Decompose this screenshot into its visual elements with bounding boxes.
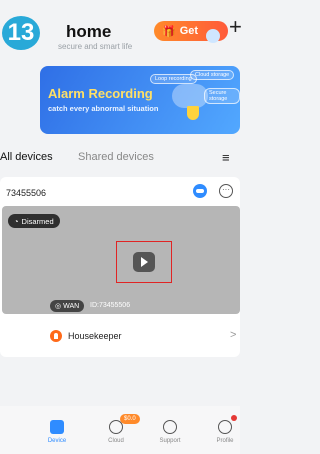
disarmed-label: Disarmed — [21, 216, 54, 226]
disarmed-status-badge: ◔ Disarmed — [8, 214, 60, 228]
menu-icon[interactable]: ≡ — [222, 150, 230, 165]
device-id-overlay: ID:73455506 — [90, 302, 131, 309]
tab-all-devices[interactable]: All devices — [0, 151, 53, 163]
get-button-label: Get — [179, 25, 199, 37]
shield-small-icon: ◔ — [14, 216, 19, 226]
support-icon[interactable] — [163, 420, 177, 434]
network-label: WAN — [63, 302, 80, 310]
hand-icon — [206, 29, 220, 43]
notification-dot — [231, 415, 237, 421]
nav-cloud-label[interactable]: Cloud — [96, 438, 136, 444]
shield-icon — [187, 106, 199, 120]
banner-pill-cloud: Cloud storage — [190, 70, 235, 80]
tab-shared-devices[interactable]: Shared devices — [78, 151, 154, 163]
home-subtitle: secure and smart life — [58, 42, 133, 51]
banner-title: Alarm Recording — [48, 86, 153, 101]
nav-profile-label[interactable]: Profile — [205, 438, 245, 444]
get-button[interactable]: 🎁 Get — [154, 21, 228, 43]
network-badge: ◎ WAN — [50, 300, 85, 312]
nav-support-label[interactable]: Support — [150, 438, 190, 444]
device-icon[interactable] — [50, 420, 64, 434]
profile-icon[interactable] — [218, 420, 232, 434]
housekeeper-label[interactable]: Housekeeper — [68, 331, 122, 341]
more-options-icon[interactable]: ··· — [219, 184, 233, 198]
step-number-badge: 13 — [2, 16, 40, 50]
nav-device-label[interactable]: Device — [37, 438, 77, 444]
cloud-status-icon[interactable] — [193, 184, 207, 198]
banner-subtitle: catch every abnormal situation — [48, 104, 159, 113]
device-id: 73455506 — [6, 188, 47, 198]
add-device-button[interactable]: + — [229, 14, 242, 40]
cloud-price-badge: $0.0 — [120, 414, 140, 424]
chevron-right-icon[interactable]: > — [230, 329, 236, 341]
wifi-icon: ◎ — [55, 303, 62, 310]
housekeeper-icon — [50, 330, 62, 342]
play-button[interactable] — [133, 252, 155, 272]
cloud-illustration — [172, 84, 208, 108]
banner-pill-secure: Secure storage — [204, 88, 240, 104]
home-title: home — [66, 22, 112, 41]
gift-icon: 🎁 — [162, 25, 176, 38]
